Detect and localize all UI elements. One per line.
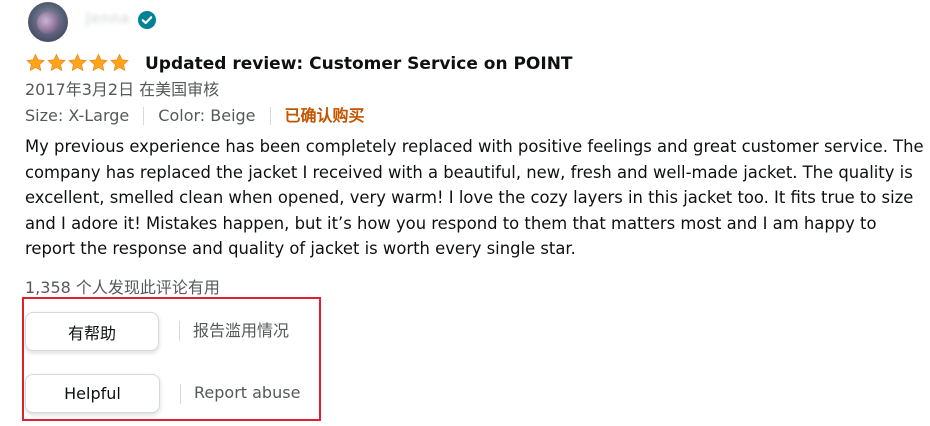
report-abuse-link-en[interactable]: Report abuse (194, 382, 300, 404)
reviewer-name[interactable]: Jenna (86, 11, 130, 27)
variant-size: Size: X-Large (25, 106, 130, 125)
review-body: My previous experience has been complete… (25, 137, 924, 258)
divider (180, 384, 181, 404)
review-date: 2017年3月2日 在美国审核 (25, 80, 220, 99)
star-icon (47, 53, 66, 72)
star-icon (68, 53, 87, 72)
divider (179, 321, 180, 341)
reviewer-avatar[interactable] (28, 2, 68, 42)
avatar-image (37, 12, 59, 34)
report-abuse-link-zh[interactable]: 报告滥用情况 (193, 320, 289, 342)
variant-info: Size: X-Large Color: Beige 已确认购买 (25, 105, 365, 127)
star-icon (110, 53, 129, 72)
verified-purchase-badge: 已确认购买 (284, 106, 365, 125)
divider (269, 107, 271, 125)
customer-review: Jenna Updated review: Customer Service o… (0, 0, 930, 426)
review-title[interactable]: Updated review: Customer Service on POIN… (145, 53, 573, 75)
verified-check-icon (138, 11, 156, 29)
star-icon (89, 53, 108, 72)
star-icon (26, 53, 45, 72)
star-rating[interactable] (25, 53, 130, 73)
helpful-count: 1,358 个人发现此评论有用 (25, 278, 220, 297)
variant-color: Color: Beige (158, 106, 256, 125)
divider (143, 107, 145, 125)
helpful-button-zh[interactable]: 有帮助 (25, 312, 159, 351)
helpful-button-en[interactable]: Helpful (25, 374, 160, 413)
